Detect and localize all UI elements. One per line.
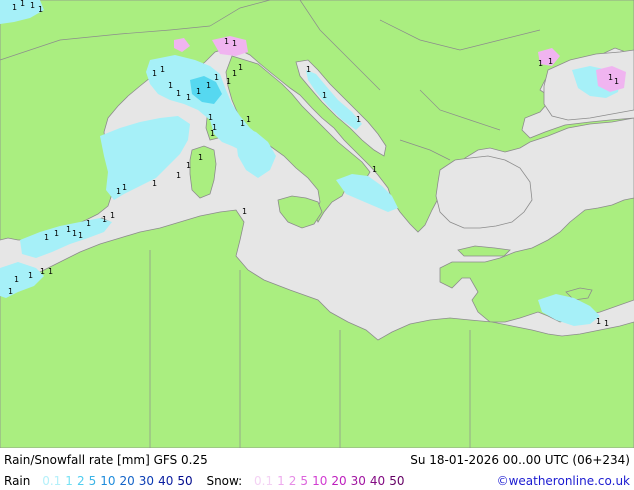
precip-value-glyph: 1 <box>48 267 53 276</box>
precip-value-glyph: 1 <box>548 57 553 66</box>
precip-value-glyph: 1 <box>122 183 127 192</box>
precip-value-glyph: 1 <box>356 115 361 124</box>
precip-value-glyph: 1 <box>168 81 173 90</box>
precip-value-glyph: 1 <box>28 271 33 280</box>
precip-value-glyph: 1 <box>72 229 77 238</box>
precip-value-glyph: 1 <box>176 171 181 180</box>
sea-aegean <box>435 155 533 229</box>
precip-value-glyph: 1 <box>30 1 35 10</box>
precip-value-glyph: 1 <box>206 81 211 90</box>
snow-scale-value: 0.1 <box>254 474 274 488</box>
precip-value-glyph: 1 <box>110 211 115 220</box>
precip-value-glyph: 1 <box>152 69 157 78</box>
precip-value-glyph: 1 <box>66 225 71 234</box>
snow-scale-value: 5 <box>300 474 309 488</box>
precip-value-glyph: 1 <box>238 63 243 72</box>
snow-scale-value: 2 <box>288 474 297 488</box>
precip-value-glyph: 1 <box>186 93 191 102</box>
precip-value-glyph: 1 <box>186 161 191 170</box>
precip-value-glyph: 1 <box>372 165 377 174</box>
precip-value-glyph: 1 <box>208 113 213 122</box>
map-title: Rain/Snowfall rate [mm] GFS 0.25 <box>4 453 208 467</box>
precip-value-glyph: 1 <box>306 65 311 74</box>
precip-value-glyph: 1 <box>596 317 601 326</box>
precip-value-glyph: 1 <box>14 275 19 284</box>
precip-value-glyph: 1 <box>78 231 83 240</box>
precip-value-glyph: 1 <box>54 229 59 238</box>
precip-value-glyph: 1 <box>210 129 215 138</box>
snow-scale-value: 20 <box>331 474 347 488</box>
precip-value-glyph: 1 <box>20 0 25 8</box>
rain-scale-value: 2 <box>76 474 85 488</box>
precip-value-glyph: 1 <box>196 87 201 96</box>
precip-value-glyph: 1 <box>40 267 45 276</box>
snow-scale-value: 50 <box>389 474 405 488</box>
credit-link[interactable]: ©weatheronline.co.uk <box>497 474 630 488</box>
snow-scale-value: 10 <box>312 474 328 488</box>
snow-scale-value: 1 <box>277 474 285 488</box>
precip-value-glyph: 1 <box>86 219 91 228</box>
valid-time: Su 18-01-2026 00..00 UTC (06+234) <box>410 453 630 467</box>
snow-scale-value: 30 <box>350 474 366 488</box>
rain-scale-value: 20 <box>119 474 135 488</box>
precip-value-glyph: 1 <box>176 89 181 98</box>
snow-scale-value: 40 <box>369 474 386 488</box>
snow-scale: 0.1 1 2 5 10 20 30 40 50 <box>254 474 408 488</box>
precip-value-glyph: 1 <box>8 287 13 296</box>
rain-scale-value: 0.1 <box>42 474 62 488</box>
precip-value-glyph: 1 <box>116 187 121 196</box>
precipitation-map[interactable]: 1111111111111111111111111111111111111111… <box>0 0 634 448</box>
precip-value-glyph: 1 <box>152 179 157 188</box>
precip-value-glyph: 1 <box>38 5 43 14</box>
rain-scale-value: 5 <box>88 474 97 488</box>
precip-value-glyph: 1 <box>102 215 107 224</box>
rain-scale: 0.1 1 2 5 10 20 30 40 50 <box>42 474 196 488</box>
snow-legend-label: Snow: <box>206 474 243 488</box>
precip-value-glyph: 1 <box>614 77 619 86</box>
precip-value-glyph: 1 <box>198 153 203 162</box>
rain-scale-value: 30 <box>138 474 155 488</box>
precip-value-glyph: 1 <box>538 59 543 68</box>
rain-legend-label: Rain <box>4 474 31 488</box>
footer-row-legend: Rain 0.1 1 2 5 10 20 30 40 50 Snow: 0.1 1 2 5 10 20 30… <box>4 474 630 488</box>
precip-value-glyph: 1 <box>232 69 237 78</box>
precip-value-glyph: 1 <box>242 207 247 216</box>
map-canvas: 1 1 1 11 111 1111 1111 1111111111 1 11 1 1 1 11 1 1111 1… <box>0 0 634 448</box>
rain-scale-value: 50 <box>177 474 193 488</box>
precip-value-glyph: 1 <box>44 233 49 242</box>
precip-value-glyph: 1 <box>246 115 251 124</box>
precip-value-glyph: 1 <box>160 65 165 74</box>
precip-value-glyph: 1 <box>240 119 245 128</box>
rain-scale-value: 10 <box>100 474 116 488</box>
precip-value-glyph: 1 <box>226 77 231 86</box>
rain-scale-value: 1 <box>65 474 73 488</box>
precip-value-glyph: 1 <box>224 37 229 46</box>
precip-value-glyph: 1 <box>604 319 609 328</box>
precip-value-glyph: 1 <box>214 73 219 82</box>
precip-value-glyph: 1 <box>322 91 327 100</box>
map-footer: Rain/Snowfall rate [mm] GFS 0.25 Su 18-0… <box>0 448 634 490</box>
precip-value-glyph: 1 <box>232 39 237 48</box>
precip-value-glyph: 1 <box>608 73 613 82</box>
rain-scale-value: 40 <box>158 474 174 488</box>
precip-value-glyph: 1 <box>12 3 17 12</box>
